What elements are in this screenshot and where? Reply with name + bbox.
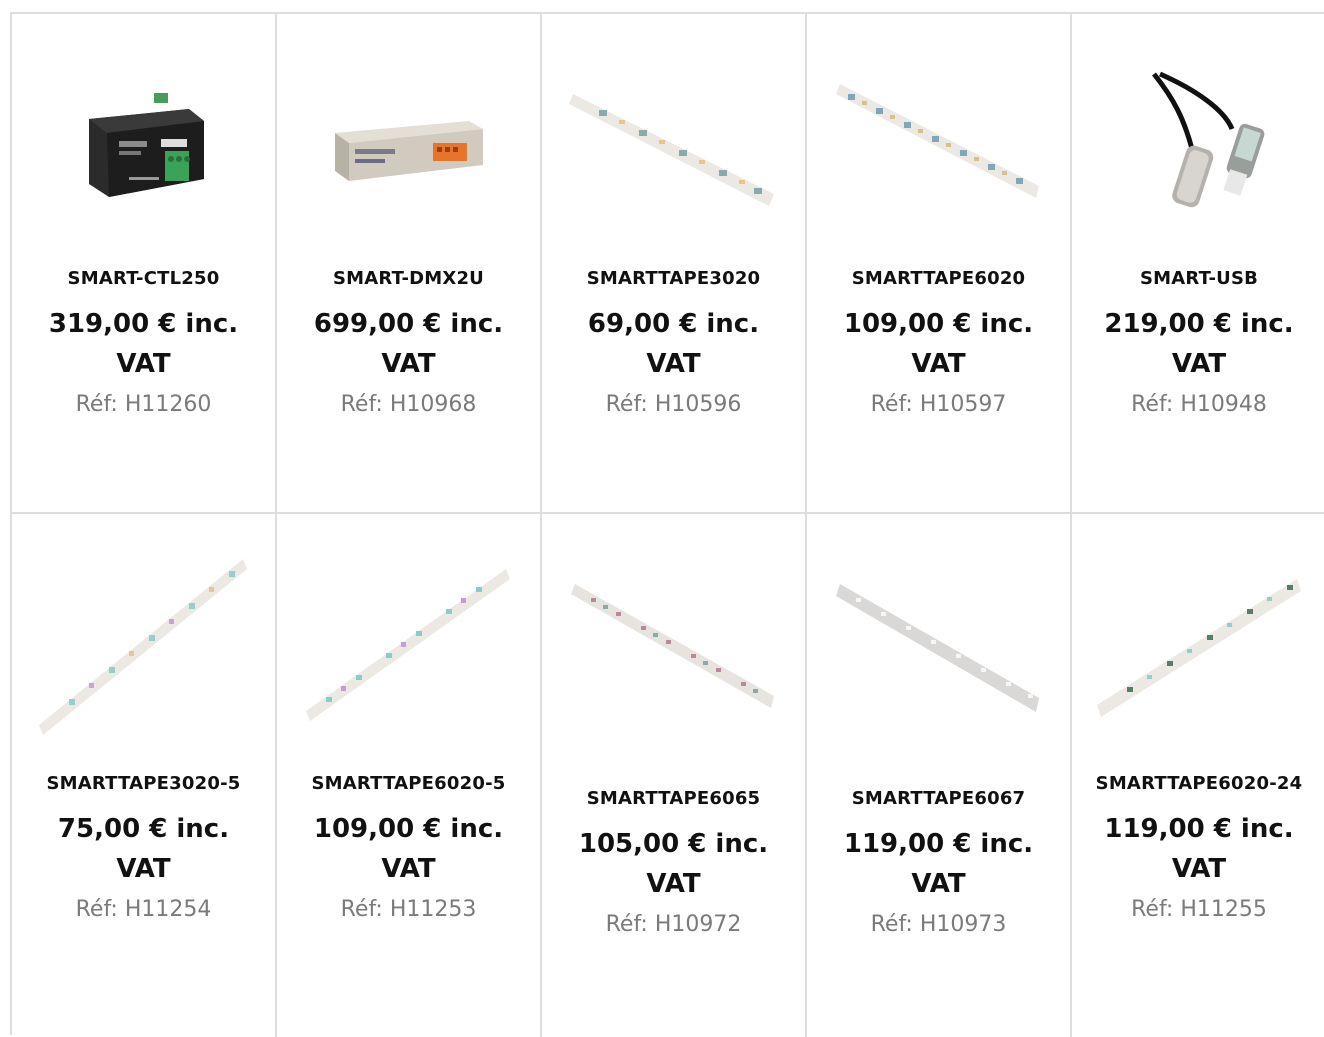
product-price: 119,00 € inc. VAT xyxy=(843,829,1034,899)
product-image[interactable] xyxy=(807,54,1070,244)
product-info: SMART-CTL250 319,00 € inc. VAT Réf: H112… xyxy=(12,264,275,420)
product-card[interactable]: SMARTTAPE3020 69,00 € inc. VAT Réf: H105… xyxy=(542,14,807,514)
product-ref: Réf: H10948 xyxy=(1131,392,1267,417)
led-tape-icon xyxy=(568,94,774,206)
product-image[interactable] xyxy=(12,554,275,744)
dmx-interface-icon xyxy=(334,121,483,181)
product-image[interactable] xyxy=(542,554,805,744)
product-ref: Réf: H10973 xyxy=(870,912,1007,937)
product-price: 109,00 € inc. VAT xyxy=(843,309,1034,379)
product-ref: Réf: H11260 xyxy=(75,392,212,417)
product-card[interactable]: SMARTTAPE3020-5 75,00 € inc. VAT Réf: H1… xyxy=(12,514,277,1037)
product-card[interactable]: SMART-DMX2U 699,00 € inc. VAT Réf: H1096… xyxy=(277,14,542,514)
product-ref: Réf: H11253 xyxy=(340,897,477,922)
product-ref: Réf: H10596 xyxy=(605,392,742,417)
product-name[interactable]: SMARTTAPE6067 xyxy=(834,784,1044,814)
product-ref: Réf: H10972 xyxy=(605,912,742,937)
product-price: 219,00 € inc. VAT xyxy=(1104,309,1294,379)
product-image[interactable] xyxy=(277,54,540,244)
product-image[interactable] xyxy=(1072,54,1324,244)
led-tape-icon xyxy=(306,569,510,721)
controller-box-icon xyxy=(88,93,204,197)
product-name[interactable]: SMART-USB xyxy=(1094,264,1304,294)
product-info: SMART-DMX2U 699,00 € inc. VAT Réf: H1096… xyxy=(277,264,540,420)
product-name[interactable]: SMARTTAPE6065 xyxy=(569,784,779,814)
product-ref: Réf: H10597 xyxy=(870,392,1007,417)
product-card[interactable]: SMART-USB 219,00 € inc. VAT Réf: H10948 xyxy=(1072,14,1324,514)
product-card[interactable]: SMARTTAPE6020 109,00 € inc. VAT Réf: H10… xyxy=(807,14,1072,514)
product-image[interactable] xyxy=(12,54,275,244)
product-price: 75,00 € inc. VAT xyxy=(57,814,230,884)
product-name[interactable]: SMARTTAPE3020-5 xyxy=(39,769,249,799)
product-info: SMARTTAPE6020-5 109,00 € inc. VAT Réf: H… xyxy=(277,769,540,925)
product-name[interactable]: SMARTTAPE3020 xyxy=(569,264,779,294)
led-tape-icon xyxy=(1096,579,1301,717)
product-image[interactable] xyxy=(807,554,1070,744)
product-name[interactable]: SMARTTAPE6020-24 xyxy=(1094,769,1304,799)
led-tape-icon xyxy=(836,584,1039,712)
product-card[interactable]: SMARTTAPE6067 119,00 € inc. VAT Réf: H10… xyxy=(807,514,1072,1037)
product-name[interactable]: SMART-DMX2U xyxy=(304,264,514,294)
product-name[interactable]: SMART-CTL250 xyxy=(39,264,249,294)
product-info: SMARTTAPE6020-24 119,00 € inc. VAT Réf: … xyxy=(1072,769,1324,925)
product-price: 109,00 € inc. VAT xyxy=(313,814,504,884)
product-card[interactable]: SMARTTAPE6065 105,00 € inc. VAT Réf: H10… xyxy=(542,514,807,1037)
product-card[interactable]: SMARTTAPE6020-24 119,00 € inc. VAT Réf: … xyxy=(1072,514,1324,1037)
product-info: SMART-USB 219,00 € inc. VAT Réf: H10948 xyxy=(1072,264,1324,420)
product-ref: Réf: H10968 xyxy=(340,392,477,417)
product-card[interactable]: SMART-CTL250 319,00 € inc. VAT Réf: H112… xyxy=(12,14,277,514)
product-info: SMARTTAPE3020 69,00 € inc. VAT Réf: H105… xyxy=(542,264,805,420)
led-tape-icon xyxy=(571,584,774,708)
product-image[interactable] xyxy=(1072,554,1324,744)
product-card[interactable]: SMARTTAPE6020-5 109,00 € inc. VAT Réf: H… xyxy=(277,514,542,1037)
usb-dmx-cable-icon xyxy=(1152,71,1265,208)
product-info: SMARTTAPE6065 105,00 € inc. VAT Réf: H10… xyxy=(542,784,805,940)
led-tape-icon xyxy=(836,84,1039,198)
product-info: SMARTTAPE3020-5 75,00 € inc. VAT Réf: H1… xyxy=(12,769,275,925)
product-price: 699,00 € inc. VAT xyxy=(313,309,504,379)
led-tape-icon xyxy=(38,559,247,735)
product-info: SMARTTAPE6067 119,00 € inc. VAT Réf: H10… xyxy=(807,784,1070,940)
product-ref: Réf: H11254 xyxy=(75,897,212,922)
product-name[interactable]: SMARTTAPE6020 xyxy=(834,264,1044,294)
product-grid: SMART-CTL250 319,00 € inc. VAT Réf: H112… xyxy=(10,12,1324,1037)
product-price: 319,00 € inc. VAT xyxy=(48,309,239,379)
product-price: 105,00 € inc. VAT xyxy=(578,829,769,899)
product-price: 69,00 € inc. VAT xyxy=(587,309,760,379)
product-info: SMARTTAPE6020 109,00 € inc. VAT Réf: H10… xyxy=(807,264,1070,420)
product-name[interactable]: SMARTTAPE6020-5 xyxy=(304,769,514,799)
product-price: 119,00 € inc. VAT xyxy=(1104,814,1294,884)
product-image[interactable] xyxy=(542,54,805,244)
product-ref: Réf: H11255 xyxy=(1131,897,1267,922)
product-image[interactable] xyxy=(277,554,540,744)
